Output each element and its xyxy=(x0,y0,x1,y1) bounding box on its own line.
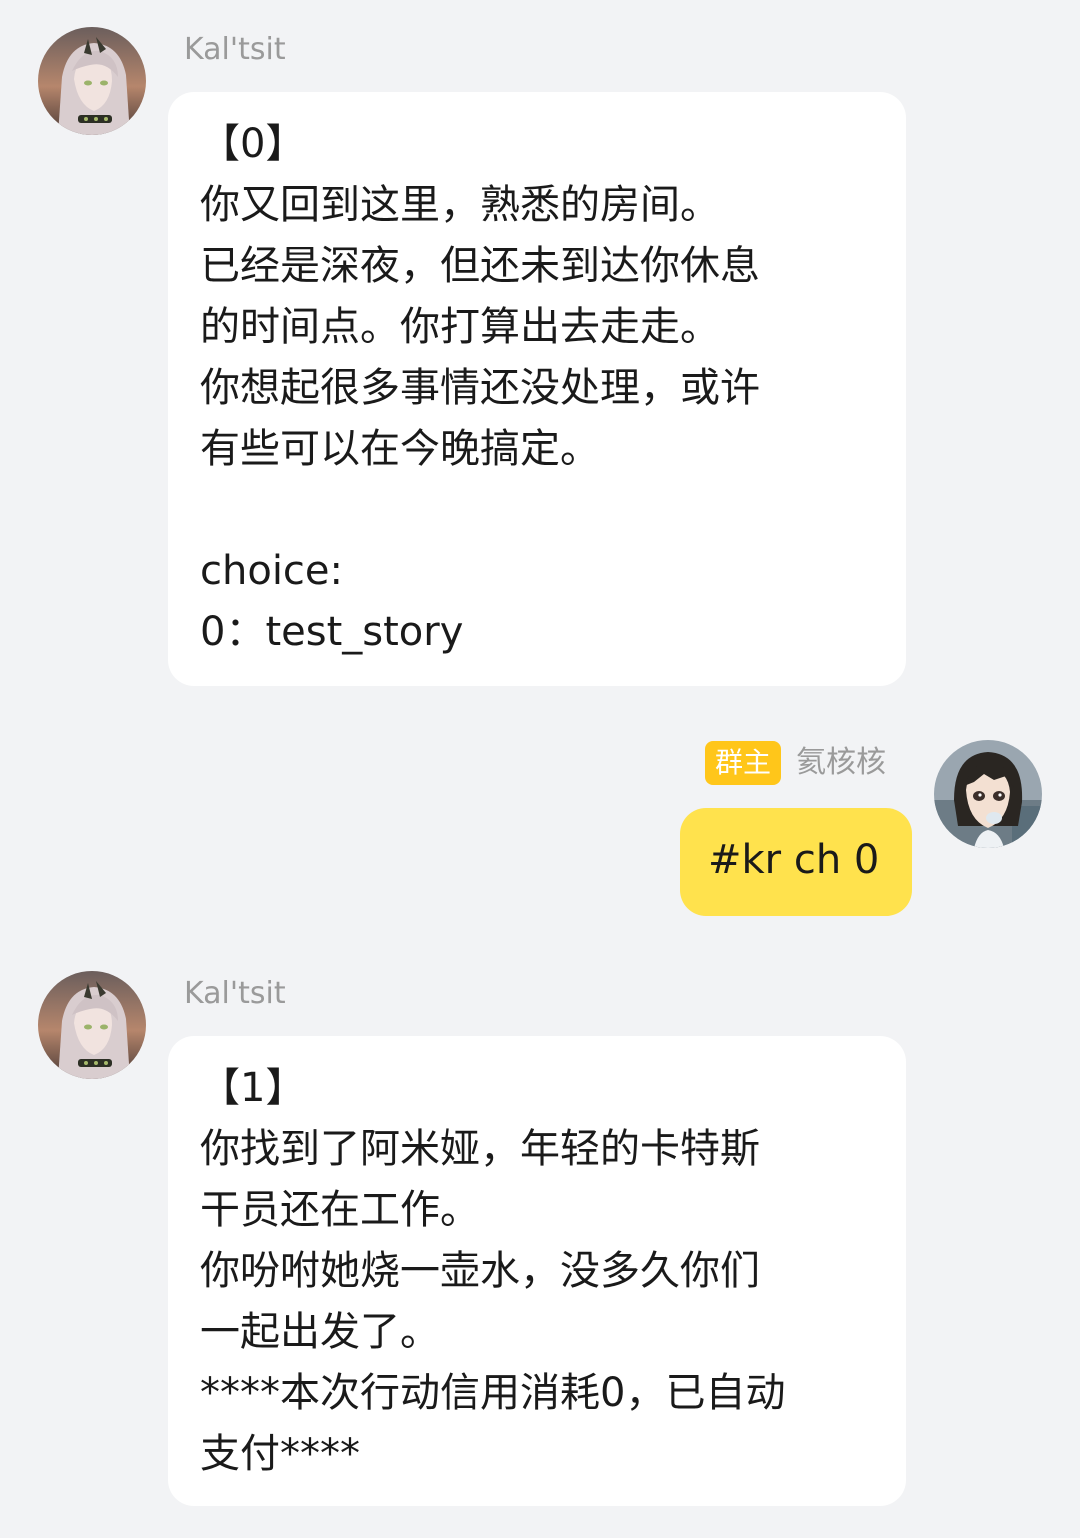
kaltsit-avatar[interactable] xyxy=(38,971,146,1079)
sender-name: Kal'tsit xyxy=(184,976,286,1011)
role-badge: 群主 xyxy=(705,741,782,785)
message-text: #kr ch 0 xyxy=(708,837,880,883)
sender-name: Kal'tsit xyxy=(184,32,286,67)
sender-name: 氦核核 xyxy=(796,745,886,780)
message-bubble[interactable]: 【1】 你找到了阿米娅，年轻的卡特斯 干员还在工作。 你吩咐她烧一壶水，没多久你… xyxy=(168,1036,906,1506)
user-avatar[interactable] xyxy=(934,740,1042,848)
kaltsit-avatar[interactable] xyxy=(38,27,146,135)
self-message-bubble[interactable]: #kr ch 0 xyxy=(680,808,912,916)
message-text: 【0】 你又回到这里，熟悉的房间。 已经是深夜，但还未到达你休息 的时间点。你打… xyxy=(200,121,760,655)
message-bubble[interactable]: 【0】 你又回到这里，熟悉的房间。 已经是深夜，但还未到达你休息 的时间点。你打… xyxy=(168,92,906,686)
message-text: 【1】 你找到了阿米娅，年轻的卡特斯 干员还在工作。 你吩咐她烧一壶水，没多久你… xyxy=(200,1065,786,1477)
